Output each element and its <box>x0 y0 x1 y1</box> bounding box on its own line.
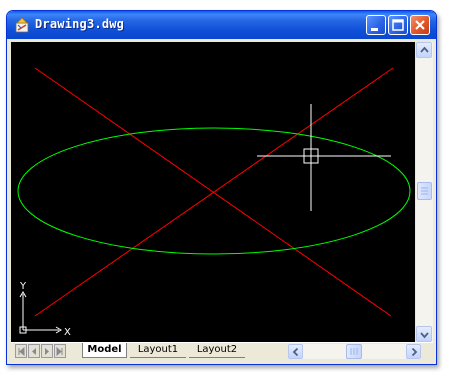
arrow-right-icon <box>411 347 418 357</box>
next-tab-button[interactable] <box>41 344 53 358</box>
window-title: Drawing3.dwg <box>35 17 125 31</box>
scroll-right-button[interactable] <box>406 344 421 359</box>
minimize-button[interactable] <box>366 15 386 35</box>
tab-layout1[interactable]: Layout1 <box>130 343 186 358</box>
horizontal-scrollbar[interactable] <box>288 344 421 359</box>
drawing-canvas[interactable]: Y X <box>11 42 415 342</box>
minimize-icon <box>371 28 378 31</box>
previous-tab-icon <box>32 348 36 355</box>
previous-tab-button[interactable] <box>28 344 40 358</box>
last-tab-icon <box>56 346 63 357</box>
drawing-window: Drawing3.dwg Y X Model Layout1 Layout2 <box>6 10 437 365</box>
last-tab-button[interactable] <box>54 344 66 358</box>
next-tab-icon <box>45 348 49 355</box>
maximize-button[interactable] <box>388 15 408 35</box>
ucs-x-label: X <box>64 327 71 338</box>
close-button[interactable] <box>410 15 430 35</box>
vertical-scrollbar[interactable] <box>416 42 433 342</box>
horizontal-scroll-thumb[interactable] <box>346 344 362 359</box>
tab-model[interactable]: Model <box>82 343 127 358</box>
crosshair-cursor <box>257 104 391 211</box>
arrow-left-icon <box>292 347 299 357</box>
scroll-down-button[interactable] <box>416 326 432 342</box>
layout-tab-bar: Model Layout1 Layout2 <box>11 342 433 360</box>
close-icon <box>415 20 425 30</box>
tab-layout2[interactable]: Layout2 <box>189 343 245 358</box>
first-tab-icon <box>18 346 25 357</box>
vertical-scroll-thumb[interactable] <box>417 182 432 200</box>
scroll-up-button[interactable] <box>416 42 432 58</box>
first-tab-button[interactable] <box>15 344 27 358</box>
ucs-y-label: Y <box>19 281 27 292</box>
autocad-drawing-icon <box>15 17 29 33</box>
arrow-down-icon <box>420 332 429 339</box>
title-bar[interactable]: Drawing3.dwg <box>7 11 436 39</box>
arrow-up-icon <box>420 46 429 53</box>
scroll-left-button[interactable] <box>288 344 303 359</box>
maximize-icon <box>392 19 404 31</box>
green-ellipse <box>17 127 411 255</box>
